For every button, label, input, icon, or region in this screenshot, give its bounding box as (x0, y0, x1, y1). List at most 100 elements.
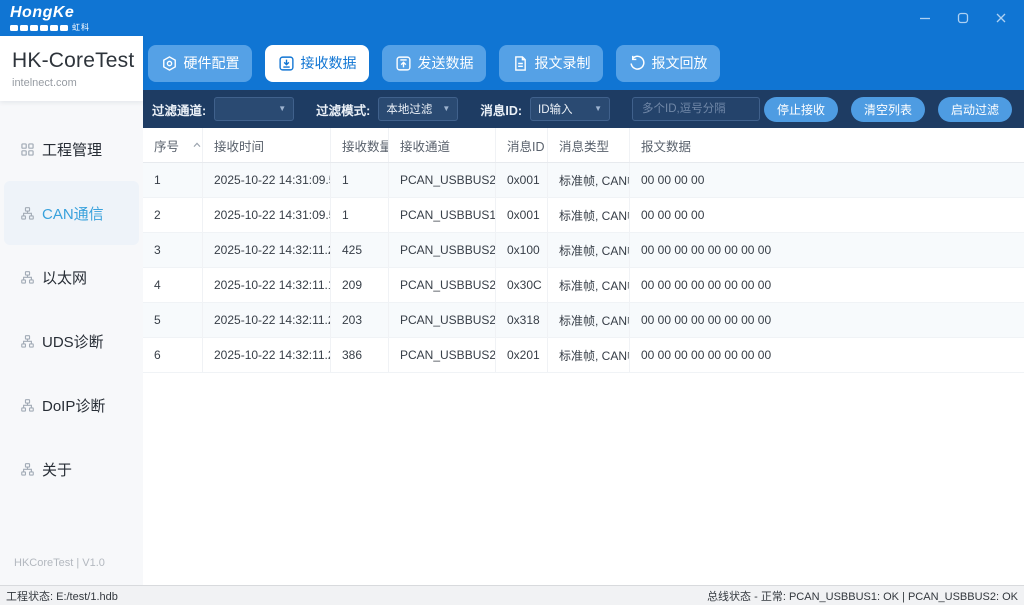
cell-index: 6 (143, 338, 203, 372)
cell-index: 2 (143, 198, 203, 232)
filter-channel-select[interactable]: ▼ (214, 97, 294, 121)
cell-receive-time: 2025-10-22 14:32:11.257 (203, 338, 331, 372)
filter-action-label: 清空列表 (864, 101, 912, 118)
message-id-mode-value: ID输入 (538, 101, 573, 117)
cell-payload: 00 00 00 00 (630, 198, 1024, 232)
column-header-receive-count[interactable]: 接收数量 (331, 128, 389, 162)
cell-receive-channel: PCAN_USBBUS2 (389, 338, 496, 372)
maximize-icon[interactable] (956, 11, 970, 25)
cell-receive-channel: PCAN_USBBUS2 (389, 268, 496, 302)
app-subtitle: intelnect.com (12, 77, 135, 89)
filter-mode-value: 本地过滤 (386, 101, 432, 117)
cell-message-id: 0x201 (496, 338, 548, 372)
cell-receive-channel: PCAN_USBBUS1 (389, 198, 496, 232)
bus-status: 总线状态 - 正常: PCAN_USBBUS1: OK | PCAN_USBBU… (707, 588, 1018, 604)
sidebar-item-uds-diagnosis[interactable]: UDS诊断 (4, 309, 139, 373)
cell-index: 4 (143, 268, 203, 302)
sitemap-icon (21, 335, 34, 348)
filter-actions: 停止接收 清空列表 启动过滤 (764, 97, 1012, 122)
cell-message-type: 标准帧, CAN帧 (548, 303, 630, 337)
sidebar-item-ethernet[interactable]: 以太网 (4, 245, 139, 309)
table-body: 1 2025-10-22 14:31:09.504 1 PCAN_USBBUS2… (143, 163, 1024, 585)
filter-mode-select[interactable]: 本地过滤 ▼ (378, 97, 458, 121)
cell-receive-channel: PCAN_USBBUS2 (389, 233, 496, 267)
sidebar-item-label: 工程管理 (42, 139, 102, 160)
sitemap-icon (21, 207, 34, 220)
sidebar-item-doip-diagnosis[interactable]: DoIP诊断 (4, 373, 139, 437)
message-id-label: 消息ID: (480, 100, 522, 119)
filter-action-label: 启动过滤 (951, 101, 999, 118)
sidebar-item-label: CAN通信 (42, 203, 104, 224)
toolbar-button-message-record[interactable]: 报文录制 (499, 45, 603, 82)
filter-action-button-clear-list[interactable]: 清空列表 (851, 97, 925, 122)
cell-receive-time: 2025-10-22 14:32:11.193 (203, 268, 331, 302)
sidebar-item-label: 以太网 (42, 267, 87, 288)
message-id-select[interactable]: ID输入 ▼ (530, 97, 610, 121)
cell-message-id: 0x001 (496, 198, 548, 232)
toolbar-button-label: 接收数据 (301, 53, 357, 73)
hexagon-gear-icon (161, 55, 178, 72)
sidebar-header: HK-CoreTest intelnect.com (0, 36, 143, 101)
table-row[interactable]: 3 2025-10-22 14:32:11.274 425 PCAN_USBBU… (143, 233, 1024, 268)
filter-mode-label: 过滤模式: (316, 100, 370, 119)
cell-message-type: 标准帧, CAN帧 (548, 233, 630, 267)
filter-action-button-stop-receive[interactable]: 停止接收 (764, 97, 838, 122)
sidebar-item-label: DoIP诊断 (42, 395, 105, 416)
toolbar-button-label: 发送数据 (418, 53, 474, 73)
logo-cn-text: 虹科 (72, 24, 90, 32)
column-header-receive-channel[interactable]: 接收通道 (389, 128, 496, 162)
sitemap-icon (21, 399, 34, 412)
column-header-message-type[interactable]: 消息类型 (548, 128, 630, 162)
cell-message-id: 0x30C (496, 268, 548, 302)
logo-dots: 虹科 (10, 24, 90, 32)
chevron-down-icon: ▼ (278, 105, 286, 113)
cell-index: 1 (143, 163, 203, 197)
filter-action-label: 停止接收 (777, 101, 825, 118)
app-window: HongKe 虹科 HK-CoreTest intelnect.com (0, 0, 1024, 605)
cell-payload: 00 00 00 00 00 00 00 00 (630, 233, 1024, 267)
table-row[interactable]: 5 2025-10-22 14:32:11.265 203 PCAN_USBBU… (143, 303, 1024, 338)
cell-receive-count: 425 (331, 233, 389, 267)
document-icon (512, 55, 529, 72)
cell-message-id: 0x100 (496, 233, 548, 267)
toolbar-button-label: 报文回放 (652, 53, 708, 73)
cell-payload: 00 00 00 00 00 00 00 00 (630, 268, 1024, 302)
replay-icon (629, 55, 646, 72)
sitemap-icon (21, 271, 34, 284)
download-icon (278, 55, 295, 72)
cell-payload: 00 00 00 00 00 00 00 00 (630, 338, 1024, 372)
minimize-icon[interactable] (918, 11, 932, 25)
cell-message-type: 标准帧, CAN帧 (548, 198, 630, 232)
filter-action-button-start-filter[interactable]: 启动过滤 (938, 97, 1012, 122)
sidebar: HK-CoreTest intelnect.com 工程管理 (0, 36, 143, 585)
column-header-payload[interactable]: 报文数据 (630, 128, 1024, 162)
cell-receive-channel: PCAN_USBBUS2 (389, 163, 496, 197)
sidebar-item-label: 关于 (42, 459, 72, 480)
cell-receive-count: 203 (331, 303, 389, 337)
table-row[interactable]: 4 2025-10-22 14:32:11.193 209 PCAN_USBBU… (143, 268, 1024, 303)
table-row[interactable]: 6 2025-10-22 14:32:11.257 386 PCAN_USBBU… (143, 338, 1024, 373)
sidebar-item-about[interactable]: 关于 (4, 437, 139, 501)
upload-icon (395, 55, 412, 72)
column-header-message-id[interactable]: 消息ID (496, 128, 548, 162)
cell-receive-time: 2025-10-22 14:31:09.526 (203, 198, 331, 232)
main-area: 硬件配置 接收数据 (143, 36, 1024, 585)
hongke-logo: HongKe 虹科 (10, 5, 90, 32)
table-row[interactable]: 1 2025-10-22 14:31:09.504 1 PCAN_USBBUS2… (143, 163, 1024, 198)
logo-text: HongKe (10, 5, 90, 21)
cell-receive-time: 2025-10-22 14:32:11.265 (203, 303, 331, 337)
toolbar-button-receive-data[interactable]: 接收数据 (265, 45, 369, 82)
toolbar-button-label: 报文录制 (535, 53, 591, 73)
sidebar-item-can-communication[interactable]: CAN通信 (4, 181, 139, 245)
column-header-receive-time[interactable]: 接收时间 (203, 128, 331, 162)
message-id-input[interactable] (632, 97, 760, 121)
close-icon[interactable] (994, 11, 1008, 25)
toolbar-button-send-data[interactable]: 发送数据 (382, 45, 486, 82)
toolbar-button-hardware-config[interactable]: 硬件配置 (148, 45, 252, 82)
table-row[interactable]: 2 2025-10-22 14:31:09.526 1 PCAN_USBBUS1… (143, 198, 1024, 233)
version-label: HKCoreTest | V1.0 (0, 557, 143, 585)
toolbar-button-message-replay[interactable]: 报文回放 (616, 45, 720, 82)
filter-channel-label: 过滤通道: (152, 100, 206, 119)
column-header-index[interactable]: 序号 (143, 128, 203, 162)
sidebar-item-project-management[interactable]: 工程管理 (4, 117, 139, 181)
